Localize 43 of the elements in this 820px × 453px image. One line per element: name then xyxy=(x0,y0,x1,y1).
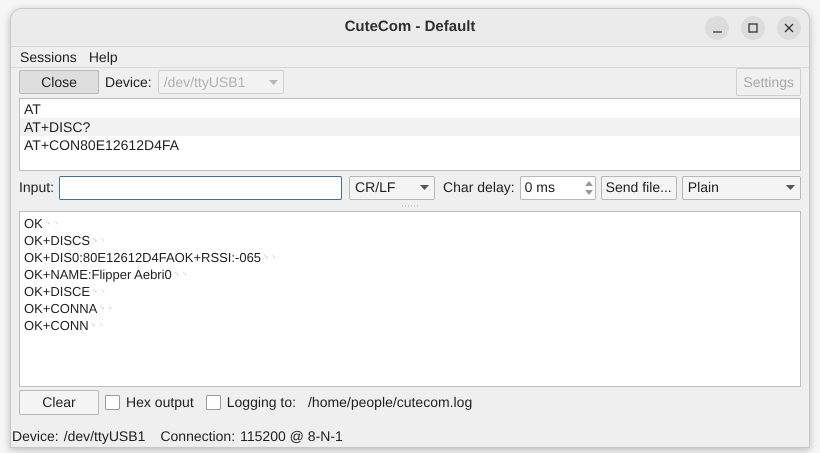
output-line: OK+DIS0:80E12612D4FAOK+RSSI:-065 xyxy=(24,249,262,266)
output-line: OK xyxy=(24,215,43,232)
output-line: OK+CONN xyxy=(24,317,89,334)
maximize-icon xyxy=(748,23,758,33)
status-device-label: Device: xyxy=(12,426,59,446)
splitter-handle-icon[interactable] xyxy=(401,205,419,207)
char-delay-spinbox[interactable]: 0 ms xyxy=(520,176,596,200)
history-item[interactable]: AT+DISC? xyxy=(20,118,800,136)
status-connection: 115200 @ 8-N-1 xyxy=(240,426,343,446)
spin-arrows-icon xyxy=(584,180,593,196)
logging-checkbox[interactable] xyxy=(206,395,221,410)
send-file-button[interactable]: Send file... xyxy=(600,176,677,200)
minimize-button[interactable] xyxy=(705,16,729,40)
line-ending-dropdown[interactable]: CR/LF xyxy=(349,176,436,200)
char-delay-label: Char delay: xyxy=(443,178,515,197)
caret-icon xyxy=(786,185,795,190)
history-item[interactable]: AT+CON80E12612D4FA xyxy=(20,136,800,154)
menu-item[interactable]: Sessions xyxy=(20,46,77,68)
device-label: Device: xyxy=(105,72,152,92)
close-button[interactable] xyxy=(777,16,801,40)
minimize-icon xyxy=(712,30,722,32)
output-line: OK+CONNA xyxy=(24,300,98,317)
input-label: Input: xyxy=(19,178,54,197)
close-port-button[interactable]: Close xyxy=(19,70,99,94)
status-connection-label: Connection: xyxy=(160,426,236,446)
mode-dropdown[interactable]: Plain xyxy=(682,176,801,200)
input-field[interactable] xyxy=(59,176,342,200)
caret-icon xyxy=(420,185,430,190)
history-item[interactable]: AT xyxy=(20,100,800,118)
log-file-path: /home/people/cutecom.log xyxy=(308,393,472,412)
maximize-button[interactable] xyxy=(741,16,765,40)
output-line: OK+NAME:Flipper Aebri0 xyxy=(24,266,172,283)
window-title: CuteCom - Default xyxy=(344,17,476,38)
clear-button[interactable]: Clear xyxy=(19,390,99,415)
output-line: OK+DISCE xyxy=(24,283,90,300)
close-icon xyxy=(784,23,794,33)
caret-icon xyxy=(268,80,278,84)
hex-output-label: Hex output xyxy=(126,393,194,412)
hex-output-checkbox[interactable] xyxy=(105,395,120,410)
menu-item[interactable]: Help xyxy=(88,46,118,68)
status-device: /dev/ttyUSB1 xyxy=(64,426,146,446)
output-line: OK+DISCS xyxy=(24,232,90,249)
logging-label: Logging to: xyxy=(226,393,296,412)
